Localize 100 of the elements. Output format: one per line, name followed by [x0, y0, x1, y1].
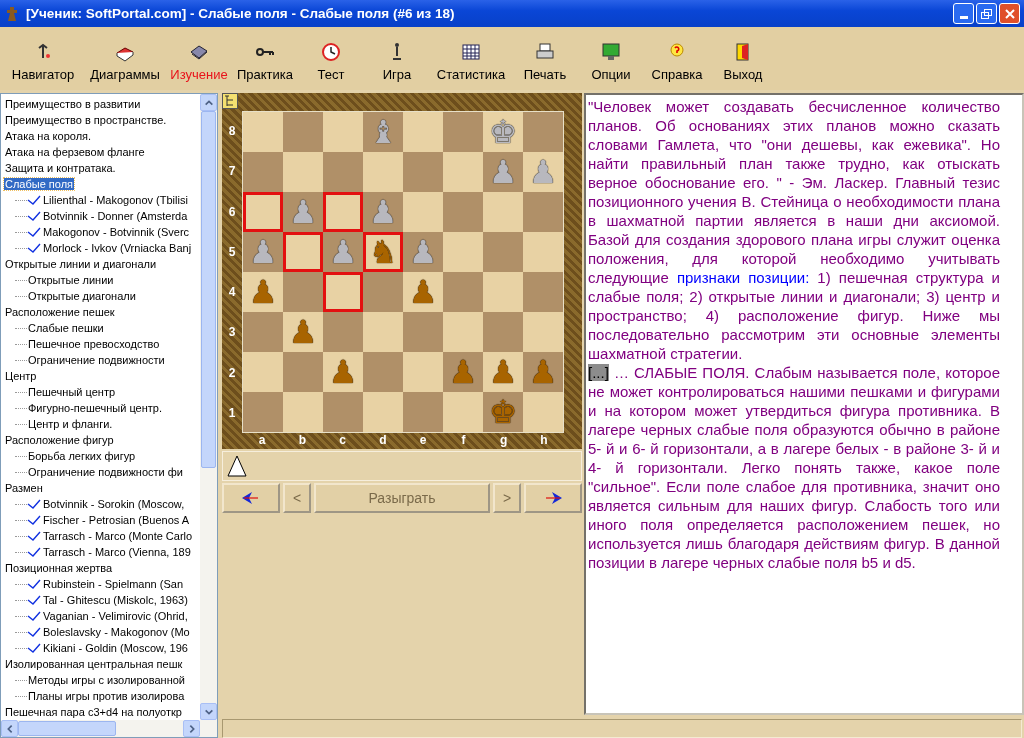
check-icon: [27, 195, 41, 205]
tree-item[interactable]: Пешечная пара c3+d4 на полуоткр: [4, 706, 183, 718]
scrollbar-thumb[interactable]: [18, 721, 116, 736]
tree-item[interactable]: Преимущество в развитии: [4, 98, 142, 110]
tree-connector: [15, 583, 27, 585]
tree-item[interactable]: Атака на ферзевом фланге: [4, 146, 146, 158]
paragraph: [...] … СЛАБЫЕ ПОЛЯ. Слабым называется поле, которое не может контролироваться нашими пешками и фигурами и на котором может утвердиться фигура противника. В лагере черных слабые поля образуются обычно в районе 5- й и 6- й горизонтали, а в лагере белых - в районе 3- й и 4- й горизонтали. Легко понять также, какое поле "сильное". Если поле слабое для противника, значит оно является сильным для наших фигур. Слабость того или иного поля определяется расположением пешек, но используется лишь благодаря действиям фигур. В данной позиции в лагере черных слабые поля b5 и d5.: [588, 363, 1000, 572]
rank-label: 2: [227, 364, 237, 382]
tree-item[interactable]: Rubinstein - Spielmann (San: [42, 578, 185, 590]
tree-item[interactable]: Tarrasch - Marco (Vienna, 189: [42, 546, 192, 558]
tree-item[interactable]: Lilienthal - Makogonov (Tbilisi: [42, 194, 189, 206]
tree-item[interactable]: Позиционная жертва: [4, 562, 114, 574]
link[interactable]: признаки позиции:: [676, 269, 810, 286]
tree-item[interactable]: Атака на короля.: [4, 130, 93, 142]
tree-item[interactable]: Fischer - Petrosian (Buenos A: [42, 514, 191, 526]
tree-item[interactable]: Расположение пешек: [4, 306, 116, 318]
restore-icon: [981, 8, 992, 19]
tree-item[interactable]: Botvinnik - Sorokin (Moscow,: [42, 498, 186, 510]
forward-button[interactable]: [524, 483, 582, 513]
check-icon: [27, 547, 41, 557]
tree-connector: [15, 535, 27, 537]
toolbar-button[interactable]: Тест: [298, 42, 364, 82]
file-label: h: [539, 433, 549, 449]
back-button[interactable]: [222, 483, 280, 513]
tree-item[interactable]: Tal - Ghitescu (Miskolc, 1963): [42, 594, 189, 606]
tree-item[interactable]: Ограничение подвижности фи: [27, 466, 184, 478]
check-icon: [27, 627, 41, 637]
tree-item[interactable]: Центр: [4, 370, 38, 382]
tree-item[interactable]: Открытые линии и диагонали: [4, 258, 158, 270]
tree-item[interactable]: Слабые поля: [4, 178, 75, 190]
horizontal-scrollbar[interactable]: [1, 720, 217, 737]
tree-item[interactable]: Планы игры против изолирова: [27, 690, 186, 702]
tree-item[interactable]: Фигурно-пешечный центр.: [27, 402, 163, 414]
rank-label: 7: [227, 163, 237, 181]
scrollbar-thumb[interactable]: [201, 111, 216, 468]
rank-label: 1: [227, 404, 237, 422]
check-icon: [27, 643, 41, 653]
toolbar-button[interactable]: Справка: [644, 42, 710, 82]
tree-connector: [15, 471, 27, 473]
toolbar-button[interactable]: Опции: [578, 42, 644, 82]
tree-item[interactable]: Открытые диагонали: [27, 290, 137, 302]
check-icon: [27, 499, 41, 509]
toolbar-button[interactable]: Практика: [232, 42, 298, 82]
tree-item[interactable]: Makogonov - Botvinnik (Sverc: [42, 226, 191, 238]
maximize-button[interactable]: [976, 3, 997, 24]
chess-piece-icon: [4, 4, 20, 23]
check-icon: [27, 579, 41, 589]
tree-item[interactable]: Размен: [4, 482, 44, 494]
tree-item[interactable]: Botvinnik - Donner (Amsterda: [42, 210, 189, 222]
tree-item[interactable]: Ограничение подвижности: [27, 354, 166, 366]
tree-item[interactable]: Kikiani - Goldin (Moscow, 196: [42, 642, 189, 654]
tree-item[interactable]: Изолированная центральная пешк: [4, 658, 184, 670]
check-icon: [27, 227, 41, 237]
toolbar-button[interactable]: Статистика: [430, 42, 512, 82]
tree-item[interactable]: Пешечное превосходство: [27, 338, 161, 350]
tree-item[interactable]: Слабые пешки: [27, 322, 105, 334]
tree-item[interactable]: Открытые линии: [27, 274, 115, 286]
table-icon: [461, 42, 481, 62]
tree-item[interactable]: Преимущество в пространстве.: [4, 114, 168, 126]
tree-connector: [15, 327, 27, 329]
tree-item[interactable]: Vaganian - Velimirovic (Ohrid,: [42, 610, 189, 622]
tree-connector: [15, 295, 27, 297]
check-icon: [27, 243, 41, 253]
toolbar-button[interactable]: Выход: [710, 42, 776, 82]
tree-connector: [15, 407, 27, 409]
tree-item[interactable]: Борьба легких фигур: [27, 450, 137, 462]
clock-icon: [321, 42, 341, 62]
paragraph: "Человек может создавать бесчисленное количество планов. Об основаниях этих планов можно сказать словами Гамлета, что "они дешевы, как ежевика". Но найти правильный план также трудно, как отыскать верное обоснование его. " - Эм. Ласкер. Главный тезис позиционного учения В. Стейница о необходимости плана в шахматной партии является в наши дни аксиомой. Базой для создания здорового плана игры служит оценка положения, для которой необходимо учитывать следующие признаки позиции: 1) пешечная структура и слабые поля; 2) открытые линии и диагонали; 3) центр и пространство; 4) расположение фигур. Ниже мы последовательно рассмотрим эти основные элементы шахматной стратегии.: [588, 97, 1000, 363]
tree-item[interactable]: Пешечный центр: [27, 386, 117, 398]
tree-connector: [15, 647, 27, 649]
toolbar-button[interactable]: Навигатор: [2, 42, 84, 82]
rank-label: 4: [227, 284, 237, 302]
toolbar-button[interactable]: Печать: [512, 42, 578, 82]
toolbar-button[interactable]: Диаграммы: [84, 42, 166, 82]
tree-connector: [15, 199, 27, 201]
tree-item[interactable]: Центр и фланги.: [27, 418, 114, 430]
tree-connector: [15, 231, 27, 233]
file-label: d: [378, 433, 388, 449]
tree-connector: [15, 215, 27, 217]
file-label: g: [498, 433, 509, 449]
monitor-icon: [601, 42, 621, 62]
minimize-button[interactable]: [953, 3, 974, 24]
tree-item[interactable]: Расположение фигур: [4, 434, 115, 446]
file-label: f: [460, 433, 467, 449]
close-button[interactable]: [999, 3, 1020, 24]
tree-connector: [15, 551, 27, 553]
tree-connector: [15, 519, 27, 521]
tree-connector: [15, 279, 27, 281]
collapse-marker[interactable]: [...]: [588, 364, 609, 381]
window-title: [Ученик: SoftPortal.com] - Слабые поля - Слабые поля (#6 из 18): [26, 6, 456, 21]
tree-item[interactable]: Методы игры с изолированной: [27, 674, 186, 686]
tree-item[interactable]: Morlock - Ivkov (Vrniacka Banj: [42, 242, 193, 254]
printer-icon: [535, 42, 555, 62]
tree-connector: [15, 343, 27, 345]
tree-item[interactable]: Защита и контратака.: [4, 162, 117, 174]
tree-connector: [15, 599, 27, 601]
tree-item[interactable]: Boleslavsky - Makogonov (Mo: [42, 626, 191, 638]
vertical-scrollbar[interactable]: [200, 94, 217, 720]
tree-item[interactable]: Tarrasch - Marco (Monte Carlo: [42, 530, 194, 542]
toolbar-button[interactable]: Игра: [364, 42, 430, 82]
